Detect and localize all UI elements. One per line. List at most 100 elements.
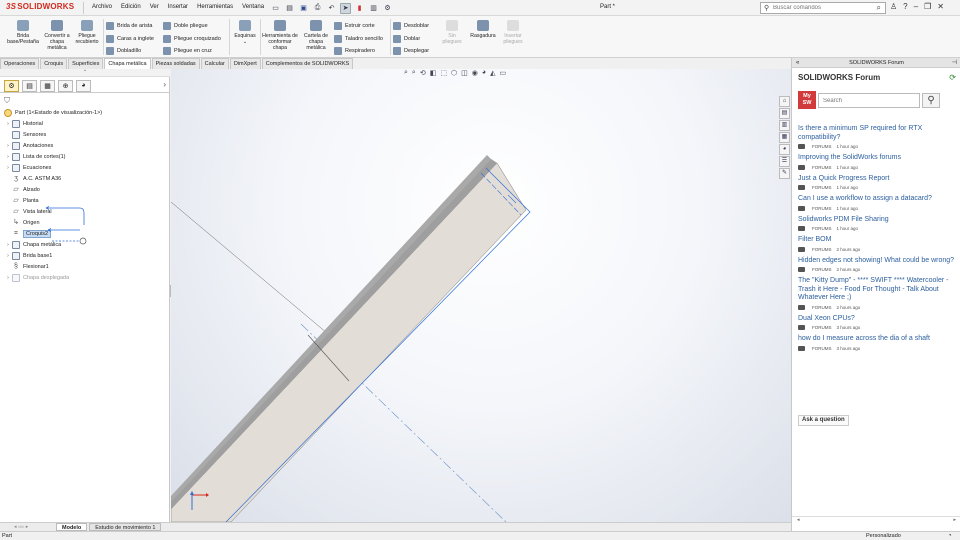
cross-break-button[interactable]: Pliegue en cruz (163, 45, 212, 56)
units-selector[interactable]: Personalizado (866, 532, 901, 540)
forum-post-title-link[interactable]: how do I measure across the dia of a sha… (798, 335, 956, 344)
unfold-button[interactable]: Desdoblar (393, 20, 429, 31)
doc-close-icon[interactable]: ✕ (771, 69, 777, 71)
menu-insertar[interactable]: Insertar (168, 4, 188, 10)
expand-arrow-icon[interactable]: › (5, 275, 11, 281)
ask-question-button[interactable]: Ask a question (798, 415, 849, 426)
display-manager-tab-icon[interactable]: ◕ (76, 79, 91, 92)
dimxpert-manager-tab-icon[interactable]: ⊕ (58, 79, 73, 92)
tree-item-historial[interactable]: › Historial (0, 118, 170, 129)
search-icon[interactable]: ⚲ (922, 93, 940, 108)
refresh-icon[interactable]: ⟳ (949, 73, 956, 82)
tab-complementos[interactable]: Complementos de SOLIDWORKS (261, 58, 354, 69)
fold-button[interactable]: Doblar (393, 33, 420, 44)
property-manager-tab-icon[interactable]: ▤ (22, 79, 37, 92)
graphics-area[interactable]: ⌕ ⌕ ⟲ ◧ ⬚ ⬡ ◫ ◉ ◕ ◭ ▭ – ❐ ✕ (171, 69, 791, 522)
tree-root-part[interactable]: Part (1<Estado de visualización-1>) (0, 107, 170, 118)
home-icon[interactable]: ⌂ (779, 96, 790, 107)
forum-post-title-link[interactable]: Just a Quick Progress Report (798, 175, 956, 184)
menu-ver[interactable]: Ver (150, 4, 159, 10)
forum-post-title-link[interactable]: Is there a minimum SP required for RTX c… (798, 125, 956, 142)
tab-scroll-arrows-icon[interactable]: ◂ ◃ ▹ ▸ (14, 524, 54, 530)
lofted-bend-button[interactable]: Pliegue recubierto (72, 20, 102, 45)
scene-icon[interactable]: ◭ (490, 69, 495, 78)
tab-modelo[interactable]: Modelo (56, 523, 88, 531)
menu-herramientas[interactable]: Herramientas (197, 4, 233, 10)
display-style-icon[interactable]: ◫ (461, 69, 468, 78)
forum-post-title-link[interactable]: Improving the SolidWorks forums (798, 154, 956, 163)
no-bends-button[interactable]: Sin pliegues (438, 20, 466, 45)
tab-dimxpert[interactable]: DimXpert (229, 58, 261, 69)
forming-tool-button[interactable]: Herramienta de conformar chapa (262, 20, 298, 51)
forum-post-title-link[interactable]: Hidden edges not showing! What could be … (798, 257, 956, 266)
insert-bends-button[interactable]: Insertar pliegues (498, 20, 528, 45)
menu-edicion[interactable]: Edición (121, 4, 141, 10)
tree-item-material[interactable]: ʒ A.C. ASTM A36 (0, 173, 170, 184)
open-icon[interactable]: ▤ (284, 3, 295, 14)
design-library-icon[interactable]: ▥ (779, 120, 790, 131)
configuration-manager-tab-icon[interactable]: ▦ (40, 79, 55, 92)
tab-piezas-soldadas[interactable]: Piezas soldadas (151, 58, 200, 69)
previous-view-icon[interactable]: ⟲ (420, 69, 426, 78)
zoom-to-fit-icon[interactable]: ⌕ (404, 69, 408, 78)
view-settings-icon[interactable]: ▭ (499, 69, 506, 78)
base-flange-button[interactable]: Brida base/Pestaña (4, 20, 42, 45)
forum-post-title-link[interactable]: Can I use a workflow to assign a datacar… (798, 195, 956, 204)
rip-button[interactable]: Rasgadura (468, 20, 498, 39)
vent-button[interactable]: Respiradero (334, 45, 375, 56)
forum-post-title-link[interactable]: Solidworks PDM File Sharing (798, 216, 956, 225)
expand-arrow-icon[interactable]: › (5, 143, 11, 149)
tree-item-ecuaciones[interactable]: › Ecuaciones (0, 162, 170, 173)
print-icon[interactable]: ⎙ (312, 3, 323, 14)
scroll-right-icon[interactable]: ▸ (953, 517, 956, 523)
forum-post-title-link[interactable]: The "Kitty Dump" - **** SWIFT **** Water… (798, 277, 956, 303)
miter-flange-button[interactable]: Caras a inglete (106, 33, 154, 44)
simple-hole-button[interactable]: Taladro sencillo (334, 33, 383, 44)
flatten-button[interactable]: Desplegar (393, 45, 429, 56)
search-commands-input[interactable] (761, 5, 861, 11)
tab-superficies[interactable]: Superficies (68, 58, 104, 69)
undo-icon[interactable]: ↶ (326, 3, 337, 14)
options-icon[interactable]: ⚙ (382, 3, 393, 14)
edge-flange-button[interactable]: Brida de arista (106, 20, 152, 31)
task-pane-scrollbar[interactable]: ◂ ▸ (792, 516, 960, 524)
user-icon[interactable]: ♙ (890, 2, 897, 11)
dynamic-annotation-icon[interactable]: ⬚ (440, 69, 447, 78)
view-orientation-icon[interactable]: ⬡ (451, 69, 457, 78)
filter-icon[interactable]: ⛉ (4, 96, 10, 106)
search-dropdown-icon[interactable]: ⌕ (877, 3, 881, 13)
forum-post-title-link[interactable]: Filter BOM (798, 236, 956, 245)
section-view-icon[interactable]: ◧ (430, 69, 437, 78)
forum-icon[interactable]: ✎ (779, 168, 790, 179)
tab-croquis[interactable]: Croquis (40, 58, 68, 69)
chevron-right-icon[interactable]: › (163, 80, 166, 89)
expand-arrow-icon[interactable]: › (5, 121, 11, 127)
feature-manager-tab-icon[interactable]: ⚙ (4, 79, 19, 92)
save-icon[interactable]: ▣ (298, 3, 309, 14)
expand-arrow-icon[interactable]: › (5, 154, 11, 160)
close-icon[interactable]: ✕ (937, 2, 944, 11)
scroll-left-icon[interactable]: ◂ (797, 517, 800, 523)
edit-appearance-icon[interactable]: ◕ (482, 69, 486, 78)
select-icon[interactable]: ➤ (340, 2, 351, 14)
corners-button[interactable]: Esquinas ⌄ (231, 20, 259, 45)
doc-minimize-icon[interactable]: – (749, 69, 753, 71)
doc-restore-icon[interactable]: ❐ (759, 69, 765, 71)
help-icon[interactable]: ? (903, 2, 907, 11)
menu-ventana[interactable]: Ventana (242, 4, 264, 10)
tab-chapa-metalica[interactable]: Chapa metálica (104, 58, 151, 69)
status-help-icon[interactable]: ◔ (948, 532, 952, 540)
tree-item-sensores[interactable]: Sensores (0, 129, 170, 140)
tree-item-lista-cortes[interactable]: › Lista de cortes(1) (0, 151, 170, 162)
sheet-metal-gusset-button[interactable]: Cartela de chapa metálica (300, 20, 332, 51)
tree-item-anotaciones[interactable]: › Anotaciones (0, 140, 170, 151)
restore-icon[interactable]: ❐ (924, 2, 931, 11)
tab-calcular[interactable]: Calcular (200, 58, 229, 69)
pin-icon[interactable]: ⊣ (952, 58, 957, 68)
rebuild-icon[interactable]: ▮ (354, 3, 365, 14)
new-document-icon[interactable]: ▭ (270, 3, 281, 14)
solidworks-logo[interactable]: 3SSOLIDWORKS (6, 2, 74, 11)
sketched-bend-button[interactable]: Pliegue croquizado (163, 33, 221, 44)
jog-button[interactable]: Doble pliegue (163, 20, 208, 31)
menu-archivo[interactable]: Archivo (92, 4, 112, 10)
